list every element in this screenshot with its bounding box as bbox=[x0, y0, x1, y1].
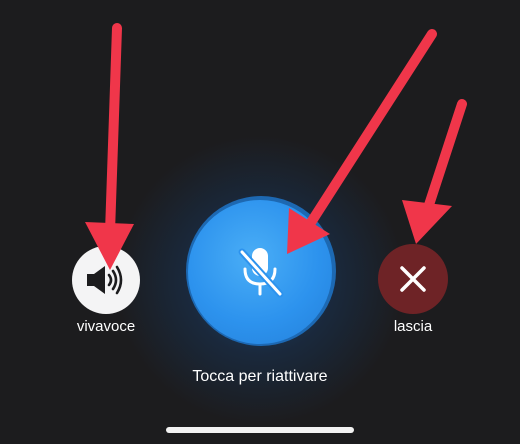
mic-slash-icon bbox=[238, 248, 284, 298]
leave-label: lascia bbox=[393, 318, 433, 335]
unmute-hint: Tocca per riattivare bbox=[192, 368, 328, 385]
unmute-button[interactable] bbox=[188, 200, 332, 344]
arrow-to-leave bbox=[402, 99, 467, 244]
speaker-icon bbox=[87, 265, 123, 295]
leave-button[interactable] bbox=[378, 244, 448, 314]
speaker-label: vivavoce bbox=[76, 318, 136, 335]
voice-call-screen: vivavoce lascia Tocca per riattivare bbox=[0, 0, 520, 444]
speaker-button[interactable] bbox=[72, 246, 140, 314]
home-indicator[interactable] bbox=[166, 427, 354, 433]
close-icon bbox=[400, 266, 426, 292]
